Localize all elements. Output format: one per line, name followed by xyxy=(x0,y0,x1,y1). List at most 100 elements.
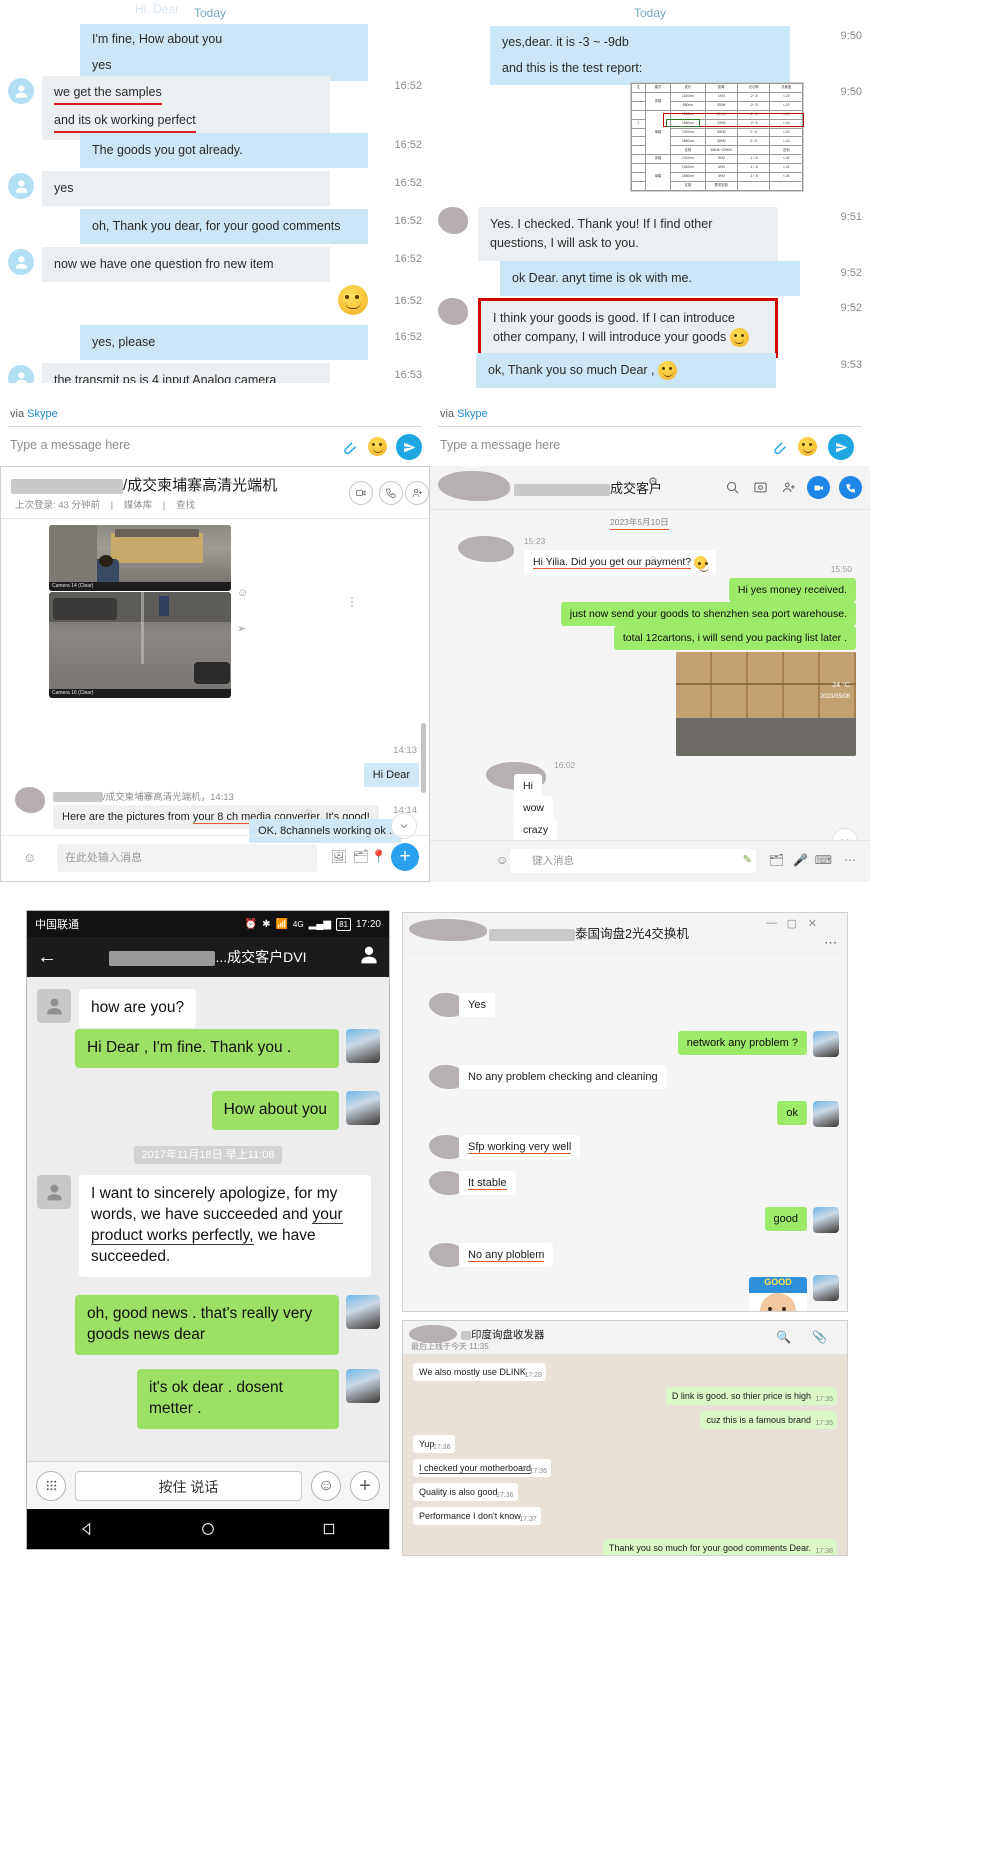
add-attachment-button[interactable]: + xyxy=(391,843,419,871)
add-contact-button[interactable] xyxy=(405,481,429,505)
send-button[interactable] xyxy=(396,434,422,460)
message-bubble[interactable]: I checked your motherboard 17:36 xyxy=(413,1459,552,1477)
card-icon[interactable]: 🗂 xyxy=(352,849,369,865)
skype-chat-right[interactable]: Today yes,dear. it is -3 ~ -9db and this… xyxy=(430,0,870,462)
message-input-bar[interactable]: Type a message here xyxy=(430,434,870,462)
message-bubble[interactable]: Quality is also good 17:36 xyxy=(413,1483,518,1501)
wechat-message-list[interactable]: 2023年5月10日 15:23 Hi Yilia. Did you get o… xyxy=(430,510,870,865)
whatsapp-message-list[interactable]: We also mostly use DLINK 17:28 D link is… xyxy=(403,1355,847,1555)
phone-message-list[interactable]: how are you? Hi Dear , I'm fine. Thank y… xyxy=(27,977,389,1461)
forward-icon[interactable]: ➢ xyxy=(237,622,246,635)
message-bubble[interactable]: Hi Dear , I'm fine. Thank you . xyxy=(75,1029,339,1068)
message-bubble[interactable]: oh, Thank you dear, for your good commen… xyxy=(80,209,368,244)
message-bubble[interactable]: Hi Yilia. Did you get our payment? xyxy=(524,550,717,575)
message-bubble[interactable]: now we have one question fro new item xyxy=(42,247,330,282)
message-bubble[interactable]: yes, please xyxy=(80,325,368,360)
qq-chat-window[interactable]: /成交柬埔寨高清光端机 上次登录: 43 分钟前 | 媒体库 | 查找 Came… xyxy=(0,466,430,882)
message-bubble[interactable]: It stable xyxy=(459,1171,516,1195)
keyboard-icon[interactable]: ⌨ xyxy=(815,853,832,867)
message-bubble[interactable]: the transmit ps is 4 input Analog camera xyxy=(42,363,330,383)
more-options-icon[interactable]: ⋯ xyxy=(844,853,856,867)
message-bubble[interactable]: yes,dear. it is -3 ~ -9db and this is th… xyxy=(490,26,790,85)
message-bubble-highlighted[interactable]: I think your goods is good. If I can int… xyxy=(478,298,778,358)
maximize-icon[interactable]: ▢ xyxy=(787,917,797,930)
wechat-small-message-list[interactable]: Yes network any problem ? No any problem… xyxy=(403,955,847,1311)
message-bubble[interactable]: ok Dear. anyt time is ok with me. xyxy=(500,261,800,296)
message-bubble[interactable]: crazy xyxy=(514,818,558,842)
wechat-toolbar[interactable] xyxy=(723,476,862,499)
keyboard-toggle-icon[interactable] xyxy=(36,1470,66,1501)
message-bubble[interactable]: Yes xyxy=(459,993,495,1017)
message-bubble[interactable]: Thank you so much for your good comments… xyxy=(602,1539,837,1555)
emoji-picker-icon[interactable]: ☺ xyxy=(496,853,508,867)
search-link[interactable]: 查找 xyxy=(176,500,195,511)
back-button[interactable]: ← xyxy=(37,947,57,967)
video-call-button[interactable] xyxy=(349,481,373,505)
wechat-small-window[interactable]: 泰国询盘2光4交换机 — ▢ ✕ ⋯ Yes network any probl… xyxy=(402,912,848,1312)
emoji-picker-icon[interactable]: ☺ xyxy=(23,850,36,865)
skype-chat-left[interactable]: Hi, Dear Today I'm fine, How about you y… xyxy=(0,0,430,462)
media-library-link[interactable]: 媒体库 xyxy=(124,500,153,511)
skype-brand-link[interactable]: Skype xyxy=(27,408,58,420)
reaction-icon[interactable]: ☺ xyxy=(237,587,248,599)
emoji-picker-icon[interactable]: ☺ xyxy=(311,1470,341,1501)
search-icon[interactable] xyxy=(723,478,742,497)
search-icon[interactable]: 🔍 xyxy=(776,1330,791,1344)
android-system-bar[interactable] xyxy=(27,1509,389,1549)
file-attach-icon[interactable]: 🗂 xyxy=(769,853,784,867)
add-member-icon[interactable] xyxy=(779,478,798,497)
camera-screenshot-1[interactable]: Camera 14 (Clear) xyxy=(49,525,231,591)
message-bubble[interactable]: I want to sincerely apologize, for my wo… xyxy=(79,1175,371,1277)
camera-screenshot-2[interactable]: Camera 16 (Clear) xyxy=(49,592,231,698)
message-bubble[interactable]: how are you? xyxy=(79,989,197,1028)
microphone-icon[interactable]: 🎤 xyxy=(793,853,808,867)
emoji-picker-icon[interactable] xyxy=(798,437,817,456)
translate-icon[interactable]: ✎ xyxy=(743,853,752,866)
image-attach-icon[interactable]: 🖼 xyxy=(330,849,347,865)
sticker-image[interactable]: GOOD xyxy=(749,1277,807,1311)
attach-icon[interactable] xyxy=(768,436,788,456)
location-icon[interactable]: 📍 xyxy=(371,849,387,865)
reaction-icon[interactable]: ☺ xyxy=(648,554,658,565)
message-bubble[interactable]: Sfp working very well xyxy=(459,1135,581,1159)
message-bubble[interactable]: No any ploblem xyxy=(459,1243,554,1267)
message-input[interactable]: Type a message here xyxy=(440,438,560,452)
message-bubble[interactable]: We also mostly use DLINK 17:28 xyxy=(413,1363,546,1381)
message-bubble[interactable]: Hi Dear xyxy=(363,763,419,787)
minimize-icon[interactable]: — xyxy=(766,917,777,929)
cartons-photo[interactable]: 24 °C 2023/05/08 xyxy=(676,652,856,756)
message-bubble[interactable]: Hi yes money received. xyxy=(728,578,856,602)
emoji-picker-icon[interactable] xyxy=(368,437,387,456)
message-bubble[interactable]: just now send your goods to shenzhen sea… xyxy=(560,602,856,626)
test-report-image[interactable]: 生模式 波长 距离 光功率 灵敏度 多模 1310nm 1KM -2~-5 <-20 850nm… xyxy=(630,82,804,192)
message-bubble[interactable]: total 12cartons, i will send you packing… xyxy=(613,626,856,650)
message-bubble[interactable]: oh, good news . that's really very goods… xyxy=(75,1295,339,1355)
message-bubble[interactable]: Yup 17:36 xyxy=(413,1435,455,1453)
message-bubble[interactable]: I'm fine, How about you yes xyxy=(80,24,368,81)
message-bubble[interactable]: wow xyxy=(514,796,554,820)
message-bubble[interactable]: it's ok dear . dosent metter . xyxy=(137,1369,339,1429)
message-bubble[interactable]: ok xyxy=(777,1101,807,1125)
more-options-icon[interactable]: ⋯ xyxy=(824,935,837,951)
reaction-icon[interactable]: ☺ xyxy=(303,807,314,819)
contact-profile-button[interactable] xyxy=(359,945,379,970)
message-input[interactable]: 键入消息 xyxy=(510,849,756,873)
message-bubble[interactable]: ok, Thank you so much Dear , xyxy=(476,353,776,389)
message-bubble[interactable]: The goods you got already. xyxy=(80,133,368,168)
message-bubble[interactable]: How about you xyxy=(211,1091,339,1130)
message-bubble[interactable]: good xyxy=(764,1207,807,1231)
phone-input-bar[interactable]: 按住 说话 ☺ + xyxy=(27,1461,389,1509)
message-bubble[interactable]: yes xyxy=(42,171,330,206)
message-input-bar[interactable]: Type a message here xyxy=(0,434,430,462)
voice-call-button[interactable] xyxy=(379,481,403,505)
message-input[interactable]: 在此处输入消息 xyxy=(57,844,317,872)
message-bubble[interactable]: network any problem ? xyxy=(677,1031,807,1055)
message-bubble[interactable]: Hi xyxy=(514,774,542,798)
skype-brand-link[interactable]: Skype xyxy=(457,408,488,420)
wechat-pc-window[interactable]: 成交客户 ⚙ 2023年5月10日 15:23 Hi Yilia. Did yo… xyxy=(430,466,870,882)
more-options-icon[interactable]: ⋮ xyxy=(346,595,358,609)
settings-gear-icon[interactable]: ⚙ xyxy=(648,475,658,488)
video-call-button[interactable] xyxy=(807,476,830,499)
hold-to-talk-button[interactable]: 按住 说话 xyxy=(75,1470,302,1501)
message-input[interactable]: Type a message here xyxy=(10,438,130,452)
